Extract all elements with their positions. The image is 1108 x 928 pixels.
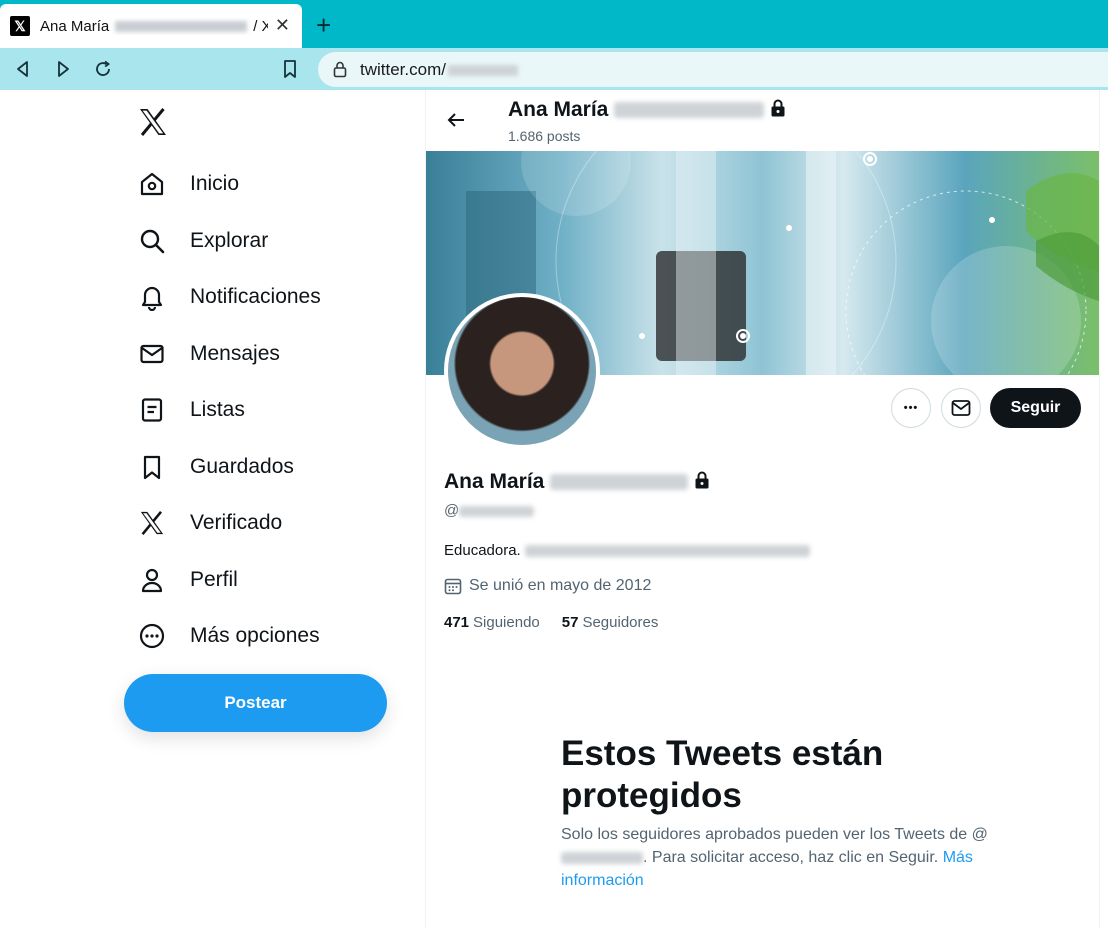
home-icon (136, 168, 168, 200)
more-circle-icon (136, 620, 168, 652)
protected-text-a: Solo los seguidores aprobados pueden ver… (561, 826, 988, 843)
followers-label: Seguidores (582, 614, 659, 631)
protected-message: Solo los seguidores aprobados pueden ver… (561, 823, 991, 892)
x-logo-icon (136, 507, 168, 539)
more-options-button[interactable]: ••• (891, 388, 931, 428)
join-date: Se unió en mayo de 2012 (444, 577, 651, 595)
post-button[interactable]: Postear (124, 674, 387, 732)
back-triangle-icon (17, 61, 28, 77)
post-count: 1.686 posts (508, 128, 581, 144)
sidebar-item-label: Perfil (190, 568, 238, 591)
header-name-text: Ana María (508, 98, 609, 121)
browser-nav-bar: twitter.com/ (0, 48, 1108, 90)
followers-count: 57 (561, 614, 579, 631)
header-profile-name: Ana María (508, 98, 786, 122)
bell-icon (136, 281, 168, 313)
sidebar-item-explorar[interactable]: Explorar (136, 221, 268, 261)
lock-icon (771, 99, 785, 117)
back-arrow-icon[interactable] (446, 110, 466, 135)
sidebar-item-label: Notificaciones (190, 285, 321, 308)
sidebar-item-label: Más opciones (190, 624, 320, 647)
sidebar-item-verificado[interactable]: Verificado (136, 503, 282, 543)
sidebar-item-guardados[interactable]: Guardados (136, 447, 294, 487)
join-date-text: Se unió en mayo de 2012 (469, 577, 652, 594)
address-bar[interactable]: twitter.com/ (318, 52, 1108, 87)
follow-button[interactable]: Seguir (990, 388, 1081, 428)
sidebar-item-label: Explorar (190, 229, 269, 252)
calendar-icon (444, 578, 462, 595)
list-icon (136, 394, 168, 426)
reload-icon (96, 60, 110, 76)
mail-icon (951, 400, 971, 416)
protected-text-b: . Para solicitar acceso, haz clic en Seg… (643, 849, 939, 866)
profile-avatar[interactable] (444, 293, 600, 449)
message-button[interactable] (941, 388, 981, 428)
sidebar-item-notificaciones[interactable]: Notificaciones (136, 277, 321, 317)
bookmark-icon (136, 451, 168, 483)
bio-text: Educadora. (444, 542, 521, 559)
url-prefix: twitter.com/ (360, 60, 446, 79)
redacted-text (561, 851, 643, 864)
profile-column: Ana María 1.686 posts ••• Seguir Ana Mar… (425, 90, 1100, 928)
reload-button[interactable] (91, 57, 115, 81)
redacted-text (614, 102, 765, 119)
profile-name: Ana María (444, 470, 710, 494)
browser-tab-bar: 𝕏 Ana María / X ✕ + (0, 0, 1108, 48)
redacted-text (459, 505, 535, 517)
following-count: 471 (444, 614, 470, 631)
redacted-text (550, 474, 689, 491)
lock-icon (332, 60, 348, 83)
protected-title: Estos Tweets están protegidos (561, 734, 884, 815)
handle-prefix: @ (444, 502, 460, 519)
browser-tab[interactable]: 𝕏 Ana María / X ✕ (0, 4, 302, 48)
more-dots-icon: ••• (903, 402, 919, 414)
profile-bio: Educadora. (444, 542, 810, 559)
bookmark-icon (284, 60, 296, 78)
tab-title: Ana María / X (40, 18, 268, 35)
sidebar-item-mas-opciones[interactable]: Más opciones (136, 616, 320, 656)
sidebar-item-label: Guardados (190, 455, 294, 478)
forward-button[interactable] (51, 57, 75, 81)
close-tab-icon[interactable]: ✕ (275, 16, 290, 34)
redacted-text (115, 21, 248, 33)
following-link[interactable]: 471 Siguiendo (444, 614, 540, 631)
back-button[interactable] (11, 57, 35, 81)
tab-title-suffix: / X (253, 17, 268, 35)
followers-link[interactable]: 57 Seguidores (562, 614, 659, 631)
redacted-text (524, 545, 810, 558)
bookmark-page-button[interactable] (278, 57, 302, 81)
lock-icon (695, 471, 709, 489)
profile-stats: 471 Siguiendo 57 Seguidores (444, 614, 680, 631)
sidebar-item-perfil[interactable]: Perfil (136, 560, 238, 600)
new-tab-button[interactable]: + (316, 12, 331, 38)
sidebar-item-label: Verificado (190, 511, 283, 534)
x-logo-icon[interactable] (138, 108, 170, 140)
sidebar-item-inicio[interactable]: Inicio (136, 164, 239, 204)
tab-title-text: Ana María (40, 17, 110, 35)
profile-handle: @ (444, 502, 535, 519)
redacted-text (447, 65, 518, 77)
mail-icon (136, 338, 168, 370)
sidebar-item-label: Listas (190, 398, 245, 421)
url-text: twitter.com/ (360, 60, 518, 80)
following-label: Siguiendo (473, 614, 540, 631)
x-favicon-icon: 𝕏 (10, 16, 30, 36)
search-icon (136, 225, 168, 257)
sidebar-item-label: Mensajes (190, 342, 280, 365)
profile-name-text: Ana María (444, 470, 545, 493)
person-icon (136, 564, 168, 596)
sidebar-item-label: Inicio (190, 172, 240, 195)
forward-triangle-icon (58, 61, 69, 77)
sidebar-item-listas[interactable]: Listas (136, 390, 245, 430)
sidebar-item-mensajes[interactable]: Mensajes (136, 334, 280, 374)
